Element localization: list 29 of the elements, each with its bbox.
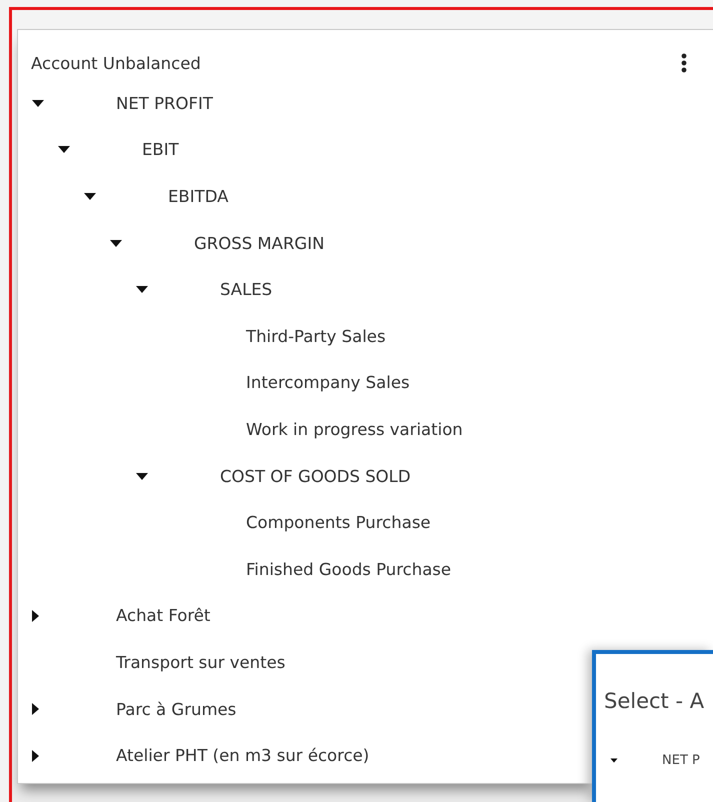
panel-title: Account Unbalanced: [31, 54, 201, 72]
caret-down-icon[interactable]: [136, 472, 148, 480]
caret-down-icon[interactable]: [110, 240, 122, 247]
tree-item[interactable]: Components Purchase: [246, 513, 431, 532]
tree-item[interactable]: Finished Goods Purchase: [246, 560, 452, 579]
caret-right-icon[interactable]: [32, 610, 39, 622]
caret-down-icon[interactable]: [84, 192, 96, 200]
dialog-title: Select - A: [603, 688, 706, 713]
caret-down-icon[interactable]: [32, 100, 44, 107]
tree-item[interactable]: NET PROFIT: [116, 94, 213, 113]
tree-item[interactable]: Work in progress variation: [246, 420, 463, 439]
caret-down-icon[interactable]: [136, 286, 148, 294]
tree-item[interactable]: Achat Forêt: [116, 606, 210, 626]
tree-item[interactable]: EBITDA: [168, 186, 228, 206]
tree-item[interactable]: Atelier PHT (en m3 sur écorce): [116, 746, 370, 766]
tree-item[interactable]: GROSS MARGIN: [194, 234, 324, 253]
tree-item[interactable]: EBIT: [142, 140, 179, 160]
more-options-icon[interactable]: [681, 53, 687, 73]
tree-item[interactable]: Parc à Grumes: [116, 700, 236, 719]
caret-right-icon[interactable]: [32, 750, 39, 762]
caret-right-icon[interactable]: [32, 703, 39, 716]
caret-down-icon[interactable]: [58, 146, 70, 154]
tree-item[interactable]: NET P: [662, 753, 700, 768]
tree-item[interactable]: Transport sur ventes: [116, 652, 286, 672]
tree-item[interactable]: COST OF GOODS SOLD: [220, 466, 411, 486]
tree-item[interactable]: Intercompany Sales: [246, 373, 410, 392]
tree-item[interactable]: Third-Party Sales: [246, 326, 386, 346]
tree-item[interactable]: SALES: [220, 280, 272, 300]
caret-down-icon[interactable]: [610, 758, 618, 763]
